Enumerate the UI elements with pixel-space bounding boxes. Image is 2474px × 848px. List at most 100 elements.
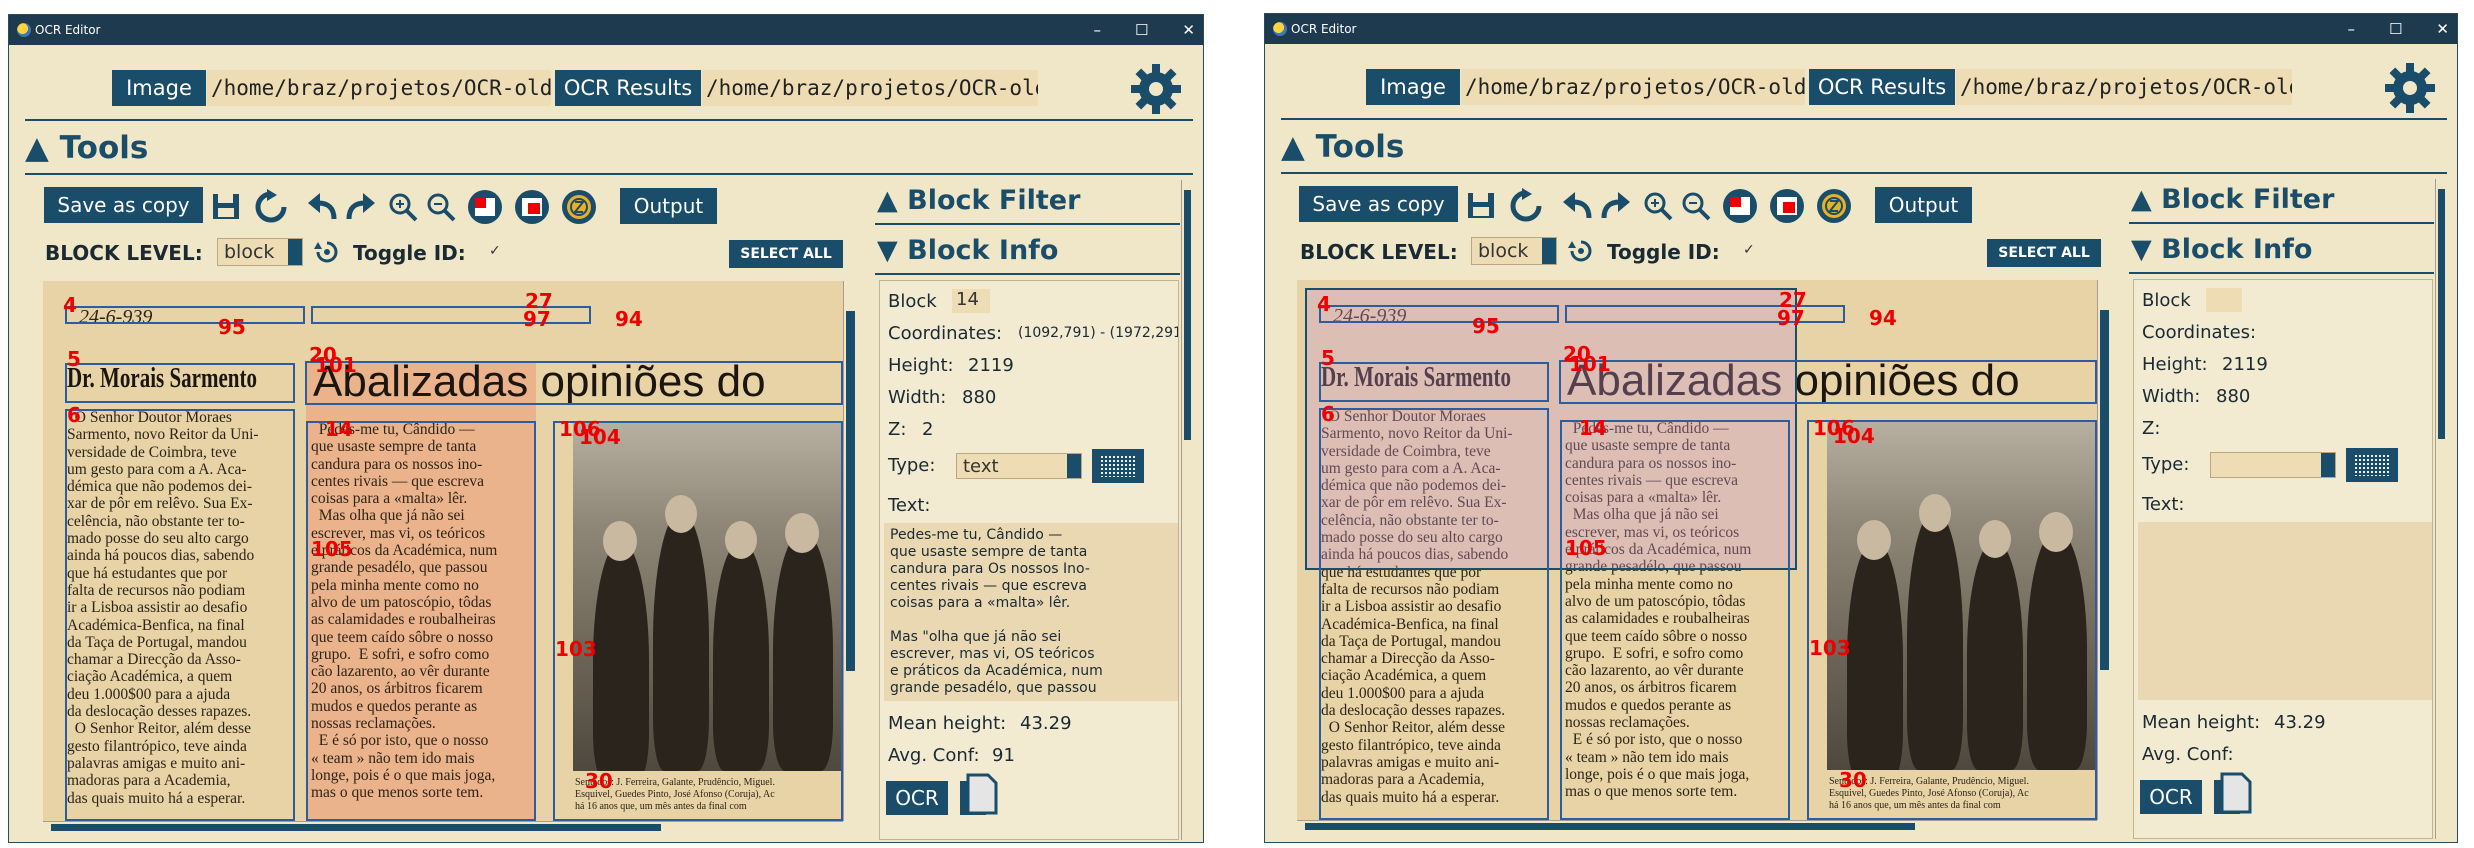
- z-order-icon[interactable]: [561, 189, 597, 225]
- canvas-vertical-scrollbar[interactable]: [2097, 280, 2111, 820]
- avg-conf-label: Avg. Conf:: [2142, 744, 2234, 765]
- title-bar: OCR Editor – ☐ ✕: [1265, 14, 2457, 44]
- block-level-select[interactable]: block: [1471, 237, 1557, 265]
- block-box[interactable]: [1807, 420, 2097, 820]
- copy-icon[interactable]: [958, 773, 998, 819]
- gear-icon[interactable]: [2383, 61, 2437, 115]
- panel-scrollbar[interactable]: [1181, 180, 1193, 840]
- block-id-label: 14: [1579, 416, 1607, 440]
- block-id-label: 94: [1869, 306, 1897, 330]
- panel-scrollbar[interactable]: [2435, 179, 2447, 839]
- hide-boxes-icon[interactable]: [1769, 188, 1805, 224]
- save-as-copy-button[interactable]: Save as copy: [1299, 186, 1458, 222]
- canvas-horizontal-scrollbar[interactable]: [1297, 820, 2097, 832]
- save-icon[interactable]: [1466, 190, 1496, 220]
- zoom-in-icon[interactable]: [387, 191, 419, 223]
- select-all-button[interactable]: SELECT ALL: [1987, 239, 2101, 267]
- block-filter-header[interactable]: ▲ Block Filter: [2131, 184, 2334, 215]
- hide-boxes-icon[interactable]: [514, 189, 550, 225]
- close-icon[interactable]: ✕: [2436, 20, 2449, 38]
- color-pattern-icon[interactable]: [1092, 449, 1144, 483]
- document-canvas[interactable]: 24-6-939 Dr. Morais Sarmento Abalizadas …: [1297, 280, 2097, 820]
- ocr-button[interactable]: OCR: [886, 781, 948, 815]
- toggle-id-label: Toggle ID:: [353, 241, 466, 265]
- ocr-results-path-field[interactable]: /home/braz/projetos/OCR-old_do: [1956, 69, 2292, 105]
- block-box[interactable]: [306, 421, 536, 821]
- type-select[interactable]: text: [956, 453, 1082, 479]
- save-as-copy-button[interactable]: Save as copy: [44, 187, 203, 223]
- block-id-field[interactable]: 14: [952, 289, 990, 313]
- block-box[interactable]: [65, 409, 295, 821]
- block-box[interactable]: [65, 306, 305, 324]
- reload-icon[interactable]: [253, 189, 289, 225]
- block-box[interactable]: [305, 361, 843, 405]
- block-label: Block: [2142, 290, 2191, 311]
- block-id-label: 104: [1833, 424, 1875, 448]
- document-canvas[interactable]: 24-6-939 Dr. Morais Sarmento Abalizadas …: [43, 281, 843, 821]
- canvas-vertical-scrollbar[interactable]: [843, 281, 857, 821]
- block-id-field[interactable]: [2206, 288, 2242, 312]
- toggle-id-checkbox[interactable]: ✓: [1743, 242, 1755, 258]
- minimize-icon[interactable]: –: [2347, 20, 2355, 38]
- ocr-results-path-field[interactable]: /home/braz/projetos/OCR-old_do: [702, 70, 1038, 106]
- image-button[interactable]: Image: [112, 70, 206, 106]
- output-button[interactable]: Output: [620, 188, 717, 224]
- block-id-label: 30: [585, 769, 613, 793]
- select-all-button[interactable]: SELECT ALL: [729, 240, 843, 268]
- mean-height-value: 43.29: [2274, 712, 2326, 733]
- app-icon: [1273, 22, 1287, 36]
- image-button[interactable]: Image: [1366, 69, 1460, 105]
- reset-icon[interactable]: [314, 239, 340, 265]
- text-area[interactable]: [2138, 522, 2432, 700]
- undo-icon[interactable]: [306, 191, 338, 223]
- toggle-id-checkbox[interactable]: ✓: [489, 243, 501, 259]
- type-select[interactable]: [2210, 452, 2336, 478]
- tools-title[interactable]: ▲ Tools: [1281, 129, 1404, 165]
- tools-title[interactable]: ▲ Tools: [25, 130, 148, 166]
- ocr-button[interactable]: OCR: [2140, 780, 2202, 814]
- block-id-label: 6: [1321, 402, 1335, 426]
- block-box[interactable]: [1319, 305, 1559, 323]
- block-box[interactable]: [1319, 408, 1549, 820]
- maximize-icon[interactable]: ☐: [1135, 21, 1148, 39]
- output-button[interactable]: Output: [1875, 187, 1972, 223]
- gear-icon[interactable]: [1129, 62, 1183, 116]
- zoom-out-icon[interactable]: [1680, 190, 1712, 222]
- show-boxes-icon[interactable]: [1722, 188, 1758, 224]
- block-box[interactable]: [1319, 362, 1549, 402]
- color-pattern-icon[interactable]: [2346, 448, 2398, 482]
- reset-icon[interactable]: [1568, 238, 1594, 264]
- block-box[interactable]: [65, 363, 295, 403]
- save-icon[interactable]: [211, 191, 241, 221]
- block-info-panel: Block Coordinates: Height: 2119 Width: 8…: [2133, 279, 2433, 839]
- text-area[interactable]: Pedes-me tu, Cândido — que usaste sempre…: [884, 523, 1178, 701]
- redo-icon[interactable]: [1600, 190, 1632, 222]
- z-order-icon[interactable]: [1816, 188, 1852, 224]
- type-label: Type:: [888, 455, 936, 476]
- ocr-results-button[interactable]: OCR Results: [1809, 69, 1955, 105]
- maximize-icon[interactable]: ☐: [2389, 20, 2402, 38]
- copy-icon[interactable]: [2212, 772, 2252, 818]
- block-box[interactable]: [1560, 420, 1790, 820]
- block-level-select[interactable]: block: [217, 238, 303, 266]
- block-id-label: 94: [615, 307, 643, 331]
- zoom-in-icon[interactable]: [1642, 190, 1674, 222]
- minimize-icon[interactable]: –: [1093, 21, 1101, 39]
- image-path-field[interactable]: /home/braz/projetos/OCR-old_do: [1461, 69, 1805, 105]
- z-label: Z:: [2142, 418, 2161, 439]
- reload-icon[interactable]: [1508, 188, 1544, 224]
- ocr-results-button[interactable]: OCR Results: [555, 70, 701, 106]
- block-info-header[interactable]: ▼ Block Info: [877, 235, 1058, 266]
- block-filter-header[interactable]: ▲ Block Filter: [877, 185, 1080, 216]
- block-box[interactable]: [553, 421, 843, 821]
- close-icon[interactable]: ✕: [1182, 21, 1195, 39]
- zoom-out-icon[interactable]: [425, 191, 457, 223]
- canvas-horizontal-scrollbar[interactable]: [43, 821, 843, 833]
- height-value: 2119: [2222, 354, 2268, 375]
- undo-icon[interactable]: [1561, 190, 1593, 222]
- image-path-field[interactable]: /home/braz/projetos/OCR-old_do: [207, 70, 551, 106]
- block-box[interactable]: [1559, 360, 2097, 404]
- block-info-header[interactable]: ▼ Block Info: [2131, 234, 2312, 265]
- show-boxes-icon[interactable]: [467, 189, 503, 225]
- redo-icon[interactable]: [345, 191, 377, 223]
